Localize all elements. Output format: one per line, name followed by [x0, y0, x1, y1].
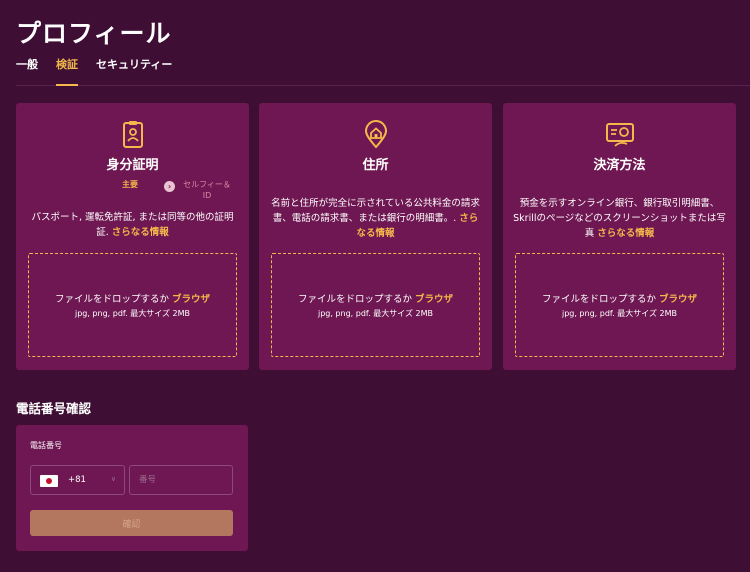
tab-security[interactable]: セキュリティー [96, 58, 172, 86]
location-home-icon [364, 120, 387, 149]
card-description: 預金を示すオンライン銀行、銀行取引明細書、Skrillのページなどのスクリーンシ… [513, 198, 726, 239]
tab-verification[interactable]: 検証 [56, 58, 78, 86]
file-dropzone[interactable]: ファイルをドロップするか ブラウザ jpg, png, pdf. 最大サイズ 2… [515, 253, 724, 357]
browse-link[interactable]: ブラウザ [659, 294, 697, 305]
payment-method-icon [605, 123, 634, 147]
confirm-button[interactable]: 確認 [30, 510, 233, 536]
dial-code: +81 [68, 475, 86, 485]
file-hint: jpg, png, pdf. 最大サイズ 2MB [317, 309, 434, 318]
step-secondary: セルフィー＆ ID [183, 180, 231, 200]
phone-label: 電話番号 [30, 441, 62, 450]
browse-link[interactable]: ブラウザ [415, 294, 453, 305]
card-title: 身分証明 [106, 158, 159, 173]
id-card-icon [122, 121, 143, 148]
identity-card: 身分証明 主要 › セルフィー＆ ID パスポート, 運転免許証, または同等の… [16, 103, 249, 370]
japan-flag-icon [40, 475, 58, 487]
more-info-link[interactable]: さらなる情報 [112, 227, 169, 238]
card-description: パスポート, 運転免許証, または同等の他の証明証. さらなる情報 [31, 212, 234, 238]
address-card: 住所 名前と住所が完全に示されている公共料金の請求書、電話の請求書、または銀行の… [259, 103, 492, 370]
chevron-down-icon: ∨ [110, 475, 116, 483]
card-description: 名前と住所が完全に示されている公共料金の請求書、電話の請求書、または銀行の明細書… [271, 198, 480, 239]
file-dropzone[interactable]: ファイルをドロップするか ブラウザ jpg, png, pdf. 最大サイズ 2… [271, 253, 480, 357]
card-title: 住所 [362, 158, 389, 173]
browse-link[interactable]: ブラウザ [172, 294, 210, 305]
tab-bar: 一般 検証 セキュリティー [16, 58, 750, 86]
file-hint: jpg, png, pdf. 最大サイズ 2MB [561, 309, 678, 318]
phone-section-title: 電話番号確認 [16, 401, 92, 416]
file-dropzone[interactable]: ファイルをドロップするか ブラウザ jpg, png, pdf. 最大サイズ 2… [28, 253, 237, 357]
phone-number-input[interactable] [129, 465, 233, 495]
country-code-select[interactable]: +81 ∨ [30, 465, 125, 495]
file-hint: jpg, png, pdf. 最大サイズ 2MB [74, 309, 191, 318]
more-info-link[interactable]: さらなる情報 [597, 228, 654, 239]
payment-method-card: 決済方法 預金を示すオンライン銀行、銀行取引明細書、Skrillのページなどのス… [503, 103, 736, 370]
card-title: 決済方法 [593, 158, 646, 173]
phone-verification-card: 電話番号 +81 ∨ 確認 [16, 425, 248, 551]
step-primary: 主要 [122, 180, 138, 189]
chevron-right-icon: › [164, 181, 175, 192]
verification-steps: 主要 › セルフィー＆ ID [16, 177, 249, 203]
page-title: プロフィール [16, 19, 172, 48]
tab-general[interactable]: 一般 [16, 58, 38, 86]
